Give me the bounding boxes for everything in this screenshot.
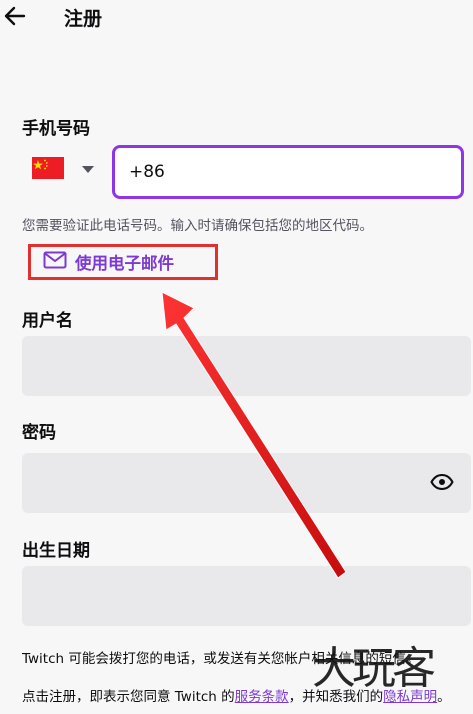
page-title: 注册 bbox=[64, 8, 103, 30]
chevron-down-icon[interactable] bbox=[82, 166, 94, 173]
agreement-suffix: 。 bbox=[437, 689, 451, 705]
china-flag-icon[interactable] bbox=[32, 157, 64, 179]
phone-label: 手机号码 bbox=[22, 119, 90, 139]
birthdate-input[interactable] bbox=[22, 566, 471, 626]
watermark: 大玩客 bbox=[312, 643, 436, 694]
terms-link[interactable]: 服务条款 bbox=[235, 689, 289, 705]
username-input[interactable] bbox=[22, 336, 471, 396]
eye-icon[interactable] bbox=[430, 470, 454, 494]
password-label: 密码 bbox=[22, 423, 56, 443]
use-email-label: 使用电子邮件 bbox=[75, 254, 174, 273]
phone-input[interactable]: +86 bbox=[112, 145, 464, 199]
password-input[interactable] bbox=[22, 453, 471, 513]
agreement-prefix: 点击注册，即表示您同意 Twitch 的 bbox=[22, 689, 235, 705]
birthdate-label: 出生日期 bbox=[22, 541, 90, 561]
phone-hint: 您需要验证此电话号码。输入时请确保包括您的地区代码。 bbox=[22, 218, 373, 234]
username-label: 用户名 bbox=[22, 311, 73, 331]
mail-icon bbox=[43, 251, 67, 273]
use-email-button[interactable]: 使用电子邮件 bbox=[28, 244, 218, 280]
phone-input-value: +86 bbox=[129, 162, 165, 182]
back-arrow-icon[interactable] bbox=[2, 4, 28, 28]
